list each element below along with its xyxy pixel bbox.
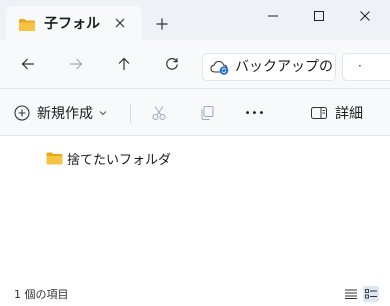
forward-arrow-icon[interactable] <box>63 51 89 77</box>
copy-icon[interactable] <box>194 100 220 126</box>
navigation-bar: バックアップの · <box>0 40 390 88</box>
new-button-label: 新規作成 <box>37 106 93 122</box>
search-box[interactable]: · <box>342 53 390 81</box>
file-explorer-window: 子フォルダ <box>0 0 390 306</box>
refresh-icon[interactable] <box>159 51 185 77</box>
maximize-icon[interactable] <box>296 0 342 32</box>
list-item[interactable]: 捨てたいフォルダ <box>46 148 171 168</box>
address-bar[interactable]: バックアップの <box>202 53 336 81</box>
details-view-icon[interactable] <box>363 286 379 302</box>
item-name: 捨てたいフォルダ <box>67 152 172 168</box>
cloud-sync-icon <box>210 58 230 80</box>
back-arrow-icon[interactable] <box>15 51 41 77</box>
minimize-icon[interactable] <box>250 0 296 32</box>
folder-icon <box>46 152 63 165</box>
cut-icon[interactable] <box>146 100 172 126</box>
address-text: バックアップの <box>235 59 333 75</box>
details-button[interactable]: 詳細 <box>311 100 363 126</box>
more-options-icon[interactable]: ••• <box>242 100 268 126</box>
folder-icon <box>18 17 36 36</box>
search-box-label: · <box>358 59 362 73</box>
close-icon[interactable] <box>342 0 388 32</box>
item-count: 1 個の項目 <box>14 288 69 301</box>
new-button[interactable]: 新規作成 <box>14 100 107 126</box>
toolbar-divider <box>130 103 131 123</box>
status-bar: 1 個の項目 <box>0 282 390 306</box>
plus-circle-icon <box>14 105 30 121</box>
chevron-down-icon <box>99 110 107 116</box>
details-pane-icon <box>311 106 327 120</box>
command-bar: 新規作成 ••• 詳細 <box>0 88 390 136</box>
title-bar: 子フォルダ <box>0 0 390 40</box>
new-tab-icon[interactable] <box>151 13 173 35</box>
file-list: 捨てたいフォルダ <box>0 136 390 282</box>
close-tab-icon[interactable] <box>109 12 131 34</box>
tab-title: 子フォルダ <box>44 16 100 32</box>
tab-current-folder[interactable]: 子フォルダ <box>6 6 142 40</box>
list-view-icon[interactable] <box>343 286 359 302</box>
up-arrow-icon[interactable] <box>111 51 137 77</box>
details-label: 詳細 <box>335 106 363 122</box>
